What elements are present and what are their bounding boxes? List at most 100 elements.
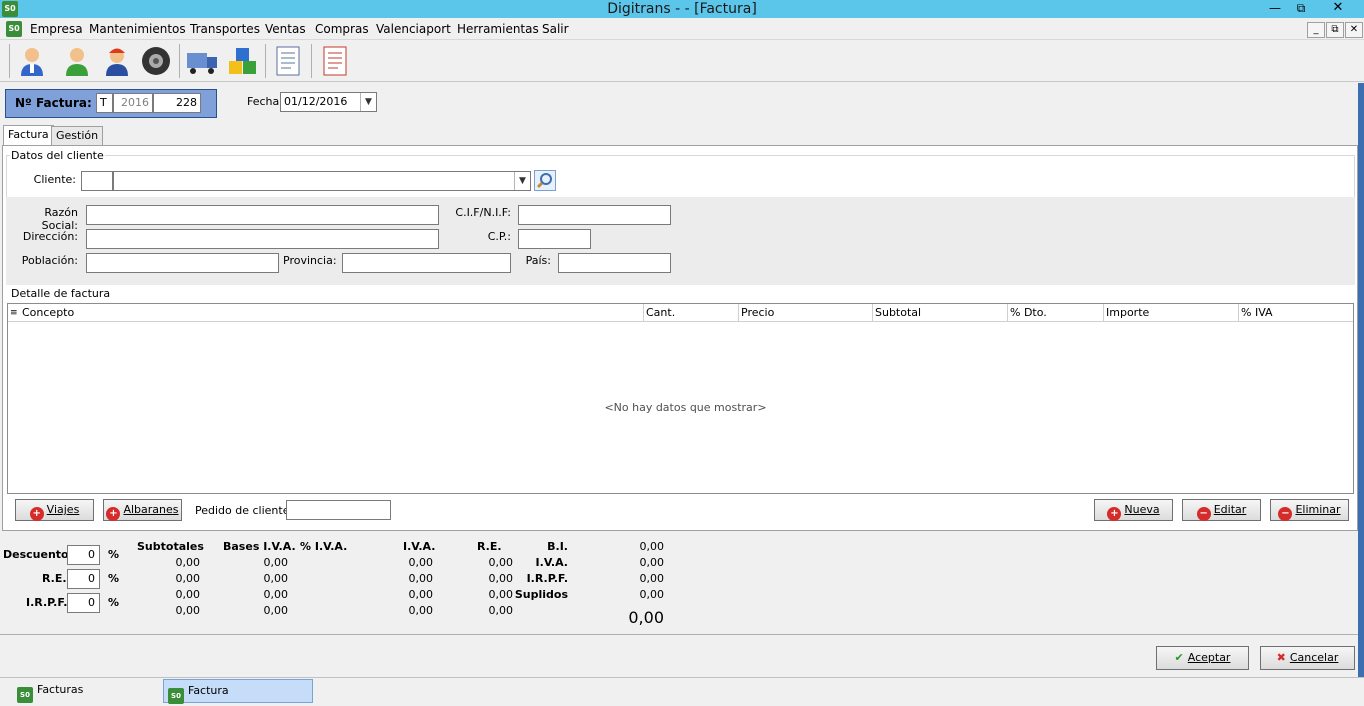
cancelar-button[interactable]: ✖ Cancelar: [1260, 646, 1355, 670]
cif-label: C.I.F/N.I.F:: [455, 206, 511, 219]
mdi-app-icon: S0: [6, 21, 22, 37]
editar-button[interactable]: − Editar: [1182, 499, 1261, 521]
descuento-input[interactable]: 0: [67, 545, 100, 565]
tab-gestion[interactable]: Gestión: [51, 126, 104, 146]
menu-salir[interactable]: Salir: [542, 21, 569, 37]
iva-summary-label: I.V.A.: [535, 556, 568, 569]
tire-icon[interactable]: [139, 44, 173, 78]
cp-input[interactable]: [518, 229, 591, 249]
pais-input[interactable]: [558, 253, 671, 273]
user-blue-icon[interactable]: [15, 44, 49, 78]
suplidos-label: Suplidos: [514, 588, 568, 601]
boxes-icon[interactable]: [226, 44, 260, 78]
iva-cell: 0,00: [408, 604, 434, 617]
chevron-down-icon[interactable]: ▼: [514, 172, 530, 190]
detail-group-label: Detalle de factura: [10, 287, 112, 300]
menu-mantenimientos[interactable]: Mantenimientos: [89, 21, 186, 37]
viajes-button[interactable]: + Viajes: [15, 499, 94, 521]
column-subtotal[interactable]: Subtotal: [872, 304, 1007, 322]
menu-herramientas[interactable]: Herramientas: [457, 21, 539, 37]
column-chooser-icon[interactable]: ≡: [10, 307, 18, 319]
poblacion-input[interactable]: [86, 253, 279, 273]
albaranes-button[interactable]: + Albaranes: [103, 499, 182, 521]
cif-input[interactable]: [518, 205, 671, 225]
invoice-detail-grid[interactable]: [7, 303, 1354, 494]
provincia-input[interactable]: [342, 253, 511, 273]
eliminar-button-label: Eliminar: [1295, 503, 1341, 516]
client-group-label: Datos del cliente: [10, 149, 105, 162]
re-input[interactable]: 0: [67, 569, 100, 589]
bottom-separator: [0, 634, 1358, 635]
subtotal-cell: 0,00: [175, 556, 201, 569]
fecha-label: Fecha:: [247, 95, 283, 108]
close-button[interactable]: ✕: [1316, 0, 1360, 17]
invoice-icon[interactable]: [318, 44, 352, 78]
column-precio[interactable]: Precio: [738, 304, 872, 322]
re-cell: 0,00: [488, 572, 514, 585]
window-title: Digitrans - - [Factura]: [607, 1, 757, 17]
invoice-number-label: Nº Factura:: [15, 96, 92, 110]
re-pct: %: [108, 572, 120, 585]
irpf-pct: %: [108, 596, 120, 609]
invoice-serie-input[interactable]: T: [96, 93, 113, 113]
column-cantidad[interactable]: Cant.: [643, 304, 738, 322]
cliente-name-select[interactable]: ▼: [113, 171, 531, 191]
toolbar-separator: [179, 44, 180, 78]
column-importe[interactable]: Importe: [1103, 304, 1238, 322]
cancelar-button-label: Cancelar: [1289, 651, 1339, 664]
razon-social-input[interactable]: [86, 205, 439, 225]
search-icon[interactable]: [534, 170, 556, 191]
aceptar-button[interactable]: ✔ Aceptar: [1156, 646, 1249, 670]
add-circle-icon: +: [29, 507, 44, 521]
irpf-input[interactable]: 0: [67, 593, 100, 613]
menu-ventas[interactable]: Ventas: [265, 21, 306, 37]
minimize-button[interactable]: —: [1262, 0, 1288, 17]
nueva-button-label: Nueva: [1124, 503, 1160, 516]
direccion-input[interactable]: [86, 229, 439, 249]
invoice-year-input[interactable]: 2016: [113, 93, 153, 113]
task-factura[interactable]: S0 Factura: [163, 679, 313, 704]
re-cell: 0,00: [488, 556, 514, 569]
user-green-icon[interactable]: [60, 44, 94, 78]
suplidos-value: 0,00: [639, 588, 665, 601]
fecha-picker[interactable]: 01/12/2016 ▼: [280, 92, 377, 112]
truck-icon[interactable]: [185, 44, 219, 78]
edit-circle-icon: −: [1196, 507, 1211, 521]
toolbar-separator: [9, 44, 10, 78]
fecha-value: 01/12/2016: [284, 95, 348, 108]
column-iva[interactable]: % IVA: [1238, 304, 1352, 322]
toolbar-separator: [265, 44, 266, 78]
cliente-code-input[interactable]: [81, 171, 113, 191]
document-icon[interactable]: [271, 44, 305, 78]
restore-button[interactable]: ⧉: [1288, 0, 1314, 17]
invoice-number-input[interactable]: 228: [153, 93, 201, 113]
chevron-down-icon[interactable]: ▼: [360, 93, 376, 111]
nueva-button[interactable]: + Nueva: [1094, 499, 1173, 521]
x-icon: ✖: [1276, 651, 1286, 664]
column-descuento[interactable]: % Dto.: [1007, 304, 1103, 322]
mdi-minimize-button[interactable]: _: [1307, 22, 1325, 38]
menu-empresa[interactable]: Empresa: [30, 21, 83, 37]
mdi-close-button[interactable]: ✕: [1345, 22, 1363, 38]
task-facturas[interactable]: S0 Facturas: [17, 679, 157, 703]
cp-label: C.P.:: [487, 230, 511, 243]
re-cell: 0,00: [488, 588, 514, 601]
eliminar-button[interactable]: − Eliminar: [1270, 499, 1349, 521]
tab-factura[interactable]: Factura: [3, 125, 54, 146]
menu-transportes[interactable]: Transportes: [190, 21, 260, 37]
base-iva-cell: 0,00: [263, 588, 289, 601]
descuento-label: Descuento: [3, 548, 69, 561]
irpf-summary-label: I.R.P.F.: [526, 572, 568, 585]
pedido-input[interactable]: [286, 500, 391, 520]
column-concepto[interactable]: Concepto: [20, 304, 643, 322]
provincia-label: Provincia:: [283, 254, 337, 267]
grid-empty-message: <No hay datos que mostrar>: [604, 401, 767, 414]
window-edge: [1358, 83, 1364, 677]
iva-summary-value: 0,00: [639, 556, 665, 569]
pais-label: País:: [525, 254, 551, 267]
bi-value: 0,00: [639, 540, 665, 553]
driver-icon[interactable]: [100, 44, 134, 78]
mdi-restore-button[interactable]: ⧉: [1326, 22, 1344, 38]
menu-compras[interactable]: Compras: [315, 21, 369, 37]
menu-valenciaport[interactable]: Valenciaport: [376, 21, 451, 37]
